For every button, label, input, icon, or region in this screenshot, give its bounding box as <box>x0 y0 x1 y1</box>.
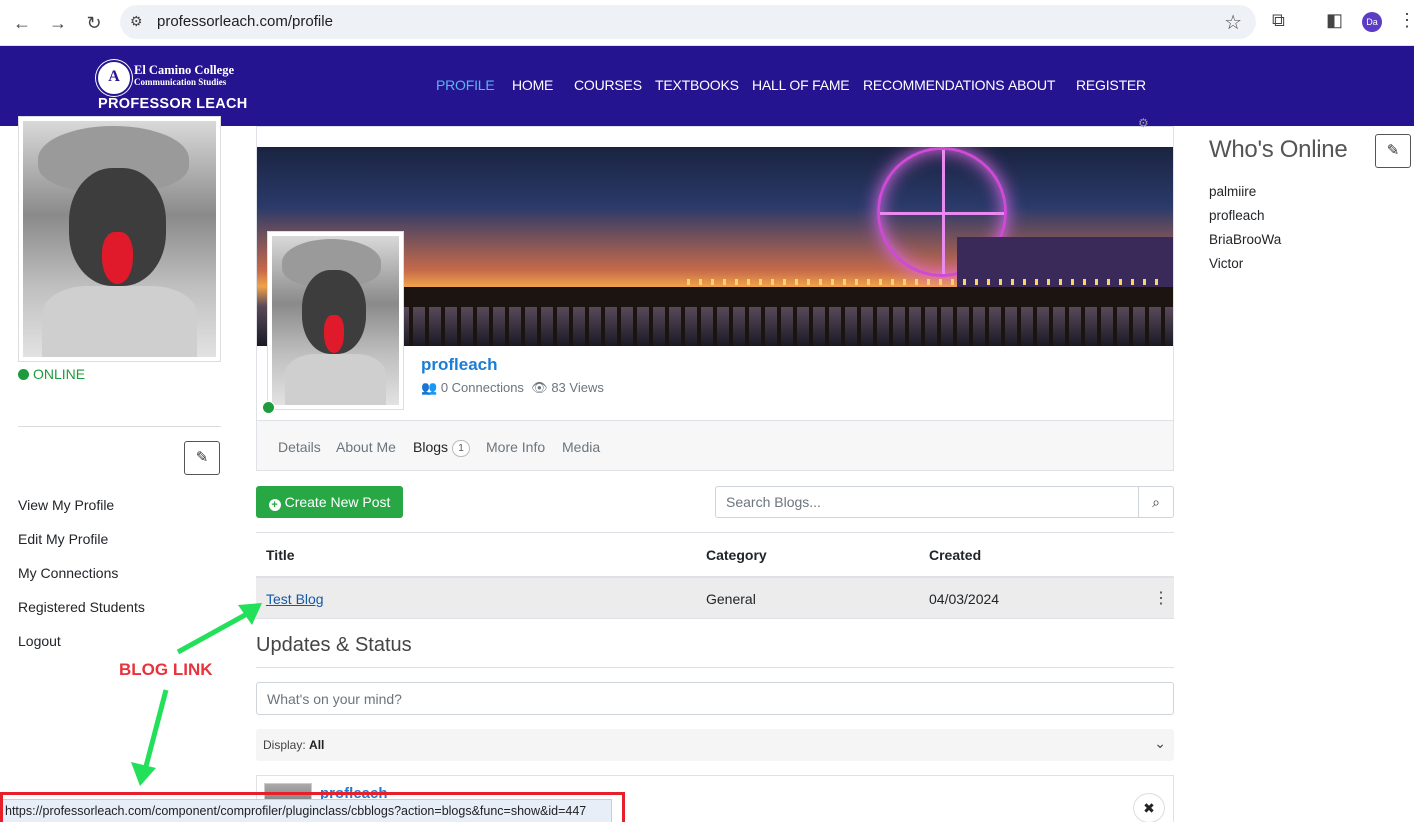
site-logo[interactable]: El Camino College Communication Studies … <box>96 58 247 116</box>
search-icon: ⌕ <box>1152 494 1160 510</box>
blogs-count-badge: 1 <box>452 440 471 457</box>
nav-textbooks[interactable]: TEXTBOOKS <box>655 77 739 93</box>
profile-photo <box>23 121 216 357</box>
status-bar-url: https://professorleach.com/component/com… <box>5 804 587 818</box>
sidebar-item-registered-students[interactable]: Registered Students <box>18 599 145 615</box>
site-header: El Camino College Communication Studies … <box>0 46 1414 126</box>
blog-link-annotation-label: BLOG LINK <box>119 660 213 679</box>
address-url[interactable]: professorleach.com/profile <box>157 13 333 30</box>
arrow-to-blog-link <box>176 606 261 655</box>
profile-stats: 👥 0 Connections 👁 83 Views <box>421 380 604 396</box>
profile-username[interactable]: profleach <box>421 355 498 375</box>
tab-about-me[interactable]: About Me <box>336 439 396 455</box>
settings-icon[interactable]: ⚙ <box>1138 116 1149 130</box>
site-info-icon[interactable]: ⚙ <box>130 13 143 30</box>
edit-menu-button[interactable]: ✎ <box>184 441 220 475</box>
browser-toolbar: ← → ↻ ⚙ professorleach.com/profile ☆ ⧉ ◧… <box>0 0 1414 46</box>
browser-status-bar: https://professorleach.com/component/com… <box>0 799 612 822</box>
nav-profile[interactable]: PROFILE <box>436 77 495 93</box>
online-user[interactable]: palmiire <box>1209 184 1256 199</box>
profile-avatar[interactable]: Da <box>1362 12 1382 32</box>
online-user[interactable]: BriaBrooWa <box>1209 232 1281 247</box>
sidebar-item-edit-my-profile[interactable]: Edit My Profile <box>18 531 108 547</box>
back-icon[interactable]: ← <box>10 11 34 35</box>
edit-icon: ✎ <box>1386 142 1400 159</box>
logo-line-2: Communication Studies <box>134 77 227 87</box>
profile-photo <box>272 236 399 405</box>
blog-title-cell: Test Blog <box>266 591 324 607</box>
whos-online-heading: Who's Online <box>1209 136 1348 163</box>
online-user[interactable]: Victor <box>1209 256 1243 271</box>
users-icon: 👥 <box>421 380 438 395</box>
search-blogs-input[interactable] <box>715 486 1139 518</box>
table-divider <box>256 532 1174 533</box>
tab-details[interactable]: Details <box>278 439 321 455</box>
logo-line-1: El Camino College <box>134 63 234 77</box>
tab-blogs-label: Blogs <box>413 439 449 455</box>
display-label-text: Display: <box>263 738 306 752</box>
column-header-created[interactable]: Created <box>929 547 981 563</box>
nav-about[interactable]: ABOUT <box>1008 77 1055 93</box>
arrow-head-status-bar <box>131 762 156 786</box>
updates-heading: Updates & Status <box>256 634 412 656</box>
online-user[interactable]: profleach <box>1209 208 1265 223</box>
display-filter-dropdown[interactable]: Display: All ⌄ <box>256 729 1174 761</box>
connections-count[interactable]: 0 Connections <box>441 380 524 395</box>
column-header-title[interactable]: Title <box>266 547 295 563</box>
row-actions-menu-icon[interactable]: ⋮ <box>1153 588 1169 608</box>
profile-tabs: Details About Me Blogs 1 More Info Media <box>257 420 1173 470</box>
edit-icon: ✎ <box>195 449 209 466</box>
display-filter-label: Display: All <box>263 738 324 752</box>
tab-blogs[interactable]: Blogs 1 <box>413 439 471 457</box>
forward-icon[interactable]: → <box>46 11 70 35</box>
sidebar-item-logout[interactable]: Logout <box>18 633 61 649</box>
status-update-input[interactable] <box>256 682 1174 715</box>
nav-courses[interactable]: COURSES <box>574 77 642 93</box>
extensions-icon[interactable]: ⧉ <box>1272 10 1285 31</box>
arrow-to-status-bar <box>141 689 169 775</box>
close-icon: ✖ <box>1143 800 1155 816</box>
logo-line-3: PROFESSOR LEACH <box>98 96 248 112</box>
whos-online-edit-button[interactable]: ✎ <box>1375 134 1411 168</box>
online-dot-icon <box>18 369 29 380</box>
nav-recommendations[interactable]: RECOMMENDATIONS <box>863 77 1005 93</box>
sidebar-item-my-connections[interactable]: My Connections <box>18 565 118 581</box>
profile-avatar-large[interactable] <box>267 231 404 410</box>
side-panel-icon[interactable]: ◧ <box>1326 10 1343 31</box>
blog-category-cell: General <box>706 591 756 607</box>
post-close-button[interactable]: ✖ <box>1133 793 1165 822</box>
online-status: ONLINE <box>18 366 85 382</box>
create-new-post-label: Create New Post <box>284 494 391 510</box>
college-seal-icon <box>96 60 132 96</box>
divider <box>256 667 1174 668</box>
create-new-post-button[interactable]: + Create New Post <box>256 486 403 518</box>
nav-home[interactable]: HOME <box>512 77 553 93</box>
column-header-category[interactable]: Category <box>706 547 767 563</box>
sidebar-item-view-my-profile[interactable]: View My Profile <box>18 497 114 513</box>
blog-created-cell: 04/03/2024 <box>929 591 1000 607</box>
eye-icon: 👁 <box>531 380 548 395</box>
sidebar-avatar[interactable] <box>18 116 221 362</box>
views-count: 83 Views <box>551 380 604 395</box>
nav-register[interactable]: REGISTER <box>1076 77 1146 93</box>
blog-title-link[interactable]: Test Blog <box>266 591 324 607</box>
online-status-label: ONLINE <box>33 366 86 382</box>
reload-icon[interactable]: ↻ <box>82 11 106 35</box>
bookmark-star-icon[interactable]: ☆ <box>1224 10 1242 35</box>
plus-circle-icon: + <box>268 499 281 511</box>
address-bar[interactable]: ⚙ professorleach.com/profile ☆ <box>120 5 1256 39</box>
online-dot-icon <box>262 401 275 414</box>
browser-menu-icon[interactable]: ⋮ <box>1398 10 1414 31</box>
tab-more-info[interactable]: More Info <box>486 439 545 455</box>
chevron-down-icon: ⌄ <box>1154 735 1166 751</box>
search-button[interactable]: ⌕ <box>1138 486 1174 518</box>
display-filter-value: All <box>309 738 325 752</box>
divider <box>18 426 221 427</box>
nav-hall-of-fame[interactable]: HALL OF FAME <box>752 77 850 93</box>
tab-media[interactable]: Media <box>562 439 600 455</box>
